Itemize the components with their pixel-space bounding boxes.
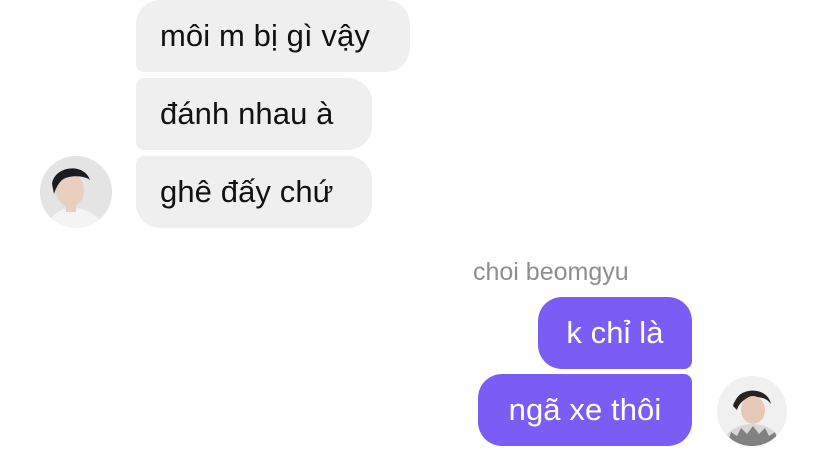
sender-name-label: choi beomgyu <box>473 258 629 286</box>
incoming-message-bubble[interactable]: ghê đấy chứ <box>136 156 372 228</box>
outgoing-message-bubble[interactable]: k chỉ là <box>538 297 692 369</box>
contact-avatar-photo <box>40 156 112 228</box>
outgoing-message-bubble[interactable]: ngã xe thôi <box>478 374 692 446</box>
user-avatar-photo <box>717 376 787 446</box>
incoming-message-bubble[interactable]: môi m bị gì vậy <box>136 0 410 72</box>
user-avatar-icon[interactable] <box>717 376 787 446</box>
incoming-message-bubble[interactable]: đánh nhau à <box>136 78 372 150</box>
chat-thread: môi m bị gì vậy đánh nhau à ghê đấy chứ … <box>0 0 828 453</box>
contact-avatar-icon[interactable] <box>40 156 112 228</box>
